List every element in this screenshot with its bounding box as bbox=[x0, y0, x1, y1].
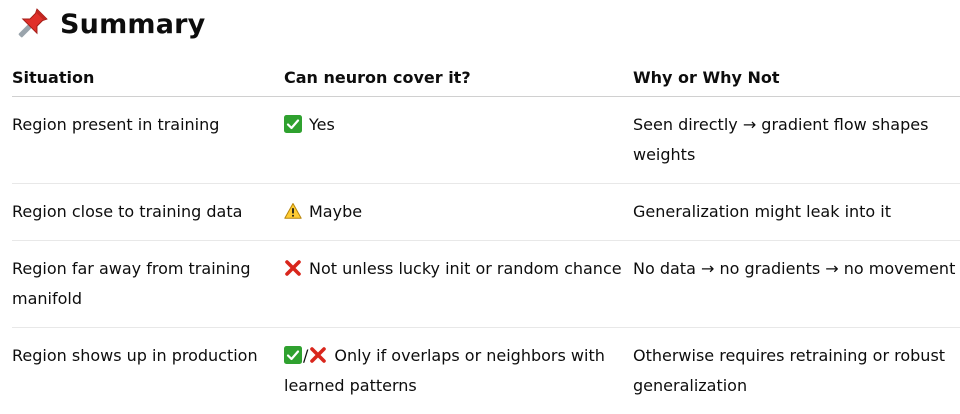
verdict-cell: Not unless lucky init or random chance bbox=[284, 241, 633, 328]
situation-cell: Region far away from training manifold bbox=[12, 241, 284, 328]
verdict-separator: / bbox=[303, 346, 308, 365]
table-row: Region present in training Yes Seen dire… bbox=[12, 97, 960, 184]
check-mark-icon bbox=[284, 346, 302, 364]
check-mark-icon bbox=[284, 115, 302, 133]
table-header-row: Situation Can neuron cover it? Why or Wh… bbox=[12, 58, 960, 97]
page-title: Summary bbox=[60, 9, 205, 40]
table-row: Region far away from training manifold N… bbox=[12, 241, 960, 328]
verdict-text: Yes bbox=[309, 115, 335, 134]
verdict-text: Not unless lucky init or random chance bbox=[309, 259, 622, 278]
column-header-coverage: Can neuron cover it? bbox=[284, 58, 633, 97]
summary-table: Situation Can neuron cover it? Why or Wh… bbox=[12, 58, 960, 414]
situation-cell: Region close to training data bbox=[12, 184, 284, 241]
column-header-situation: Situation bbox=[12, 58, 284, 97]
situation-cell: Region shows up in production bbox=[12, 328, 284, 414]
column-header-reason: Why or Why Not bbox=[633, 58, 960, 97]
reason-cell: Seen directly → gradient flow shapes wei… bbox=[633, 97, 960, 184]
cross-mark-icon bbox=[284, 259, 302, 277]
verdict-cell: Yes bbox=[284, 97, 633, 184]
cross-mark-icon bbox=[309, 346, 327, 364]
summary-heading: Summary bbox=[14, 4, 205, 44]
reason-cell: Otherwise requires retraining or robust … bbox=[633, 328, 960, 414]
situation-cell: Region present in training bbox=[12, 97, 284, 184]
verdict-text: Maybe bbox=[309, 202, 362, 221]
reason-cell: No data → no gradients → no movement bbox=[633, 241, 960, 328]
pushpin-icon bbox=[14, 6, 50, 42]
table-row: Region shows up in production / Only if … bbox=[12, 328, 960, 414]
reason-cell: Generalization might leak into it bbox=[633, 184, 960, 241]
verdict-text: Only if overlaps or neighbors with learn… bbox=[284, 346, 605, 395]
verdict-cell: Maybe bbox=[284, 184, 633, 241]
warning-icon bbox=[284, 202, 302, 220]
table-row: Region close to training data Maybe Gene… bbox=[12, 184, 960, 241]
verdict-cell: / Only if overlaps or neighbors with lea… bbox=[284, 328, 633, 414]
